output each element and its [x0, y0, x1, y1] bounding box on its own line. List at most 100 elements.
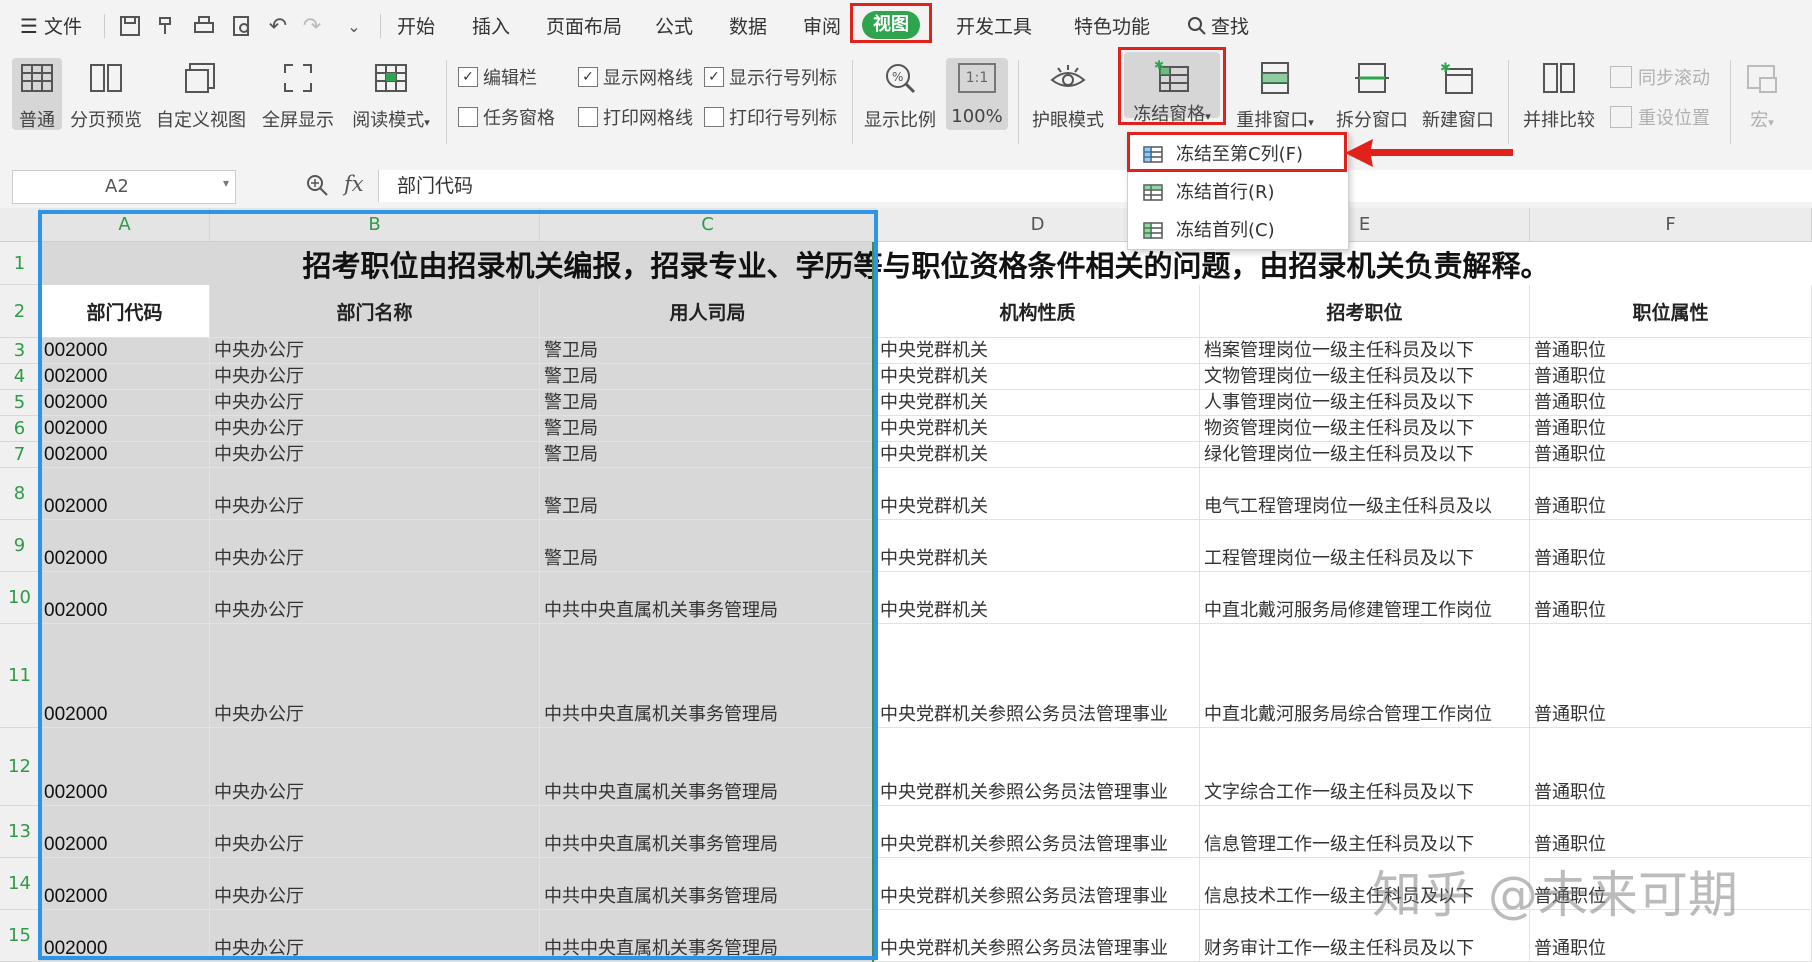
cell-c15[interactable]: 中共中央直属机关事务管理局 — [540, 910, 876, 962]
format-painter-icon[interactable] — [152, 12, 180, 40]
row-header-8[interactable]: 8 — [0, 468, 40, 520]
undo-icon[interactable]: ↶ — [264, 12, 292, 40]
cell-d10[interactable]: 中央党群机关 — [876, 572, 1200, 624]
row-header-2[interactable]: 2 — [0, 285, 40, 338]
cell-d7[interactable]: 中央党群机关 — [876, 442, 1200, 468]
cell-c7[interactable]: 警卫局 — [540, 442, 876, 468]
zoom-button[interactable]: % 显示比例 — [862, 58, 938, 132]
print-preview-icon[interactable] — [228, 12, 256, 40]
cell-e8[interactable]: 电气工程管理岗位一级主任科员及以 — [1200, 468, 1530, 520]
arrange-all-button[interactable]: 重排窗口▾ — [1232, 58, 1318, 132]
cell-e4[interactable]: 文物管理岗位一级主任科员及以下 — [1200, 364, 1530, 390]
row-header-15[interactable]: 15 — [0, 910, 40, 962]
column-header-c[interactable]: C — [540, 208, 876, 242]
tab-developer[interactable]: 开发工具 — [956, 12, 1032, 39]
cell-c14[interactable]: 中共中央直属机关事务管理局 — [540, 858, 876, 910]
cell-e11[interactable]: 中直北戴河服务局综合管理工作岗位 — [1200, 624, 1530, 728]
cell-c6[interactable]: 警卫局 — [540, 416, 876, 442]
cell-a8[interactable]: 002000 — [40, 468, 210, 520]
cell-f5[interactable]: 普通职位 — [1530, 390, 1812, 416]
cell-b13[interactable]: 中央办公厅 — [210, 806, 540, 858]
cell-a11[interactable]: 002000 — [40, 624, 210, 728]
column-header-a[interactable]: A — [40, 208, 210, 242]
cell-b10[interactable]: 中央办公厅 — [210, 572, 540, 624]
cell-a5[interactable]: 002000 — [40, 390, 210, 416]
freeze-first-column-item[interactable]: 冻结首列(C) — [1128, 211, 1348, 247]
tab-data[interactable]: 数据 — [729, 12, 767, 39]
header-cell-a[interactable]: 部门代码 — [40, 285, 210, 338]
row-header-5[interactable]: 5 — [0, 390, 40, 416]
row-header-6[interactable]: 6 — [0, 416, 40, 442]
row-header-10[interactable]: 10 — [0, 572, 40, 624]
tab-page-layout[interactable]: 页面布局 — [546, 12, 622, 39]
cell-e10[interactable]: 中直北戴河服务局修建管理工作岗位 — [1200, 572, 1530, 624]
cell-f12[interactable]: 普通职位 — [1530, 728, 1812, 806]
tab-insert[interactable]: 插入 — [472, 12, 510, 39]
cell-a10[interactable]: 002000 — [40, 572, 210, 624]
show-gridlines-checkbox[interactable]: ✓ 显示网格线 — [578, 64, 693, 90]
cell-e13[interactable]: 信息管理工作一级主任科员及以下 — [1200, 806, 1530, 858]
cell-d9[interactable]: 中央党群机关 — [876, 520, 1200, 572]
sync-scroll-button[interactable]: 同步滚动 — [1610, 64, 1710, 90]
cell-d14[interactable]: 中央党群机关参照公务员法管理事业 — [876, 858, 1200, 910]
cell-a14[interactable]: 002000 — [40, 858, 210, 910]
column-header-f[interactable]: F — [1530, 208, 1812, 242]
freeze-panes-button[interactable]: ✱ 冻结窗格▾ — [1124, 52, 1220, 125]
header-cell-d[interactable]: 机构性质 — [876, 285, 1200, 338]
row-header-14[interactable]: 14 — [0, 858, 40, 910]
tab-view[interactable]: 视图 — [862, 11, 920, 39]
header-cell-c[interactable]: 用人司局 — [540, 285, 876, 338]
name-box[interactable]: A2 ▾ — [12, 170, 236, 204]
edit-bar-checkbox[interactable]: ✓ 编辑栏 — [458, 64, 537, 90]
cell-f9[interactable]: 普通职位 — [1530, 520, 1812, 572]
cell-c11[interactable]: 中共中央直属机关事务管理局 — [540, 624, 876, 728]
cell-c12[interactable]: 中共中央直属机关事务管理局 — [540, 728, 876, 806]
macro-button[interactable]: 宏▾ — [1738, 58, 1786, 132]
zoom-100-button[interactable]: 1:1 100% — [946, 58, 1008, 130]
row-header-13[interactable]: 13 — [0, 806, 40, 858]
file-menu[interactable]: ☰ 文件 — [20, 12, 82, 39]
cell-d4[interactable]: 中央党群机关 — [876, 364, 1200, 390]
row-header-12[interactable]: 12 — [0, 728, 40, 806]
cell-a9[interactable]: 002000 — [40, 520, 210, 572]
cell-f11[interactable]: 普通职位 — [1530, 624, 1812, 728]
cell-d12[interactable]: 中央党群机关参照公务员法管理事业 — [876, 728, 1200, 806]
cell-e5[interactable]: 人事管理岗位一级主任科员及以下 — [1200, 390, 1530, 416]
cell-f3[interactable]: 普通职位 — [1530, 338, 1812, 364]
cell-d13[interactable]: 中央党群机关参照公务员法管理事业 — [876, 806, 1200, 858]
tab-review[interactable]: 审阅 — [803, 12, 841, 39]
cell-f7[interactable]: 普通职位 — [1530, 442, 1812, 468]
print-gridlines-checkbox[interactable]: 打印网格线 — [578, 104, 693, 130]
select-all-corner[interactable] — [0, 208, 40, 242]
cell-c8[interactable]: 警卫局 — [540, 468, 876, 520]
print-headings-checkbox[interactable]: 打印行号列标 — [704, 104, 837, 130]
cell-d15[interactable]: 中央党群机关参照公务员法管理事业 — [876, 910, 1200, 962]
cell-e3[interactable]: 档案管理岗位一级主任科员及以下 — [1200, 338, 1530, 364]
normal-view-button[interactable]: 普通 — [12, 58, 62, 131]
header-cell-e[interactable]: 招考职位 — [1200, 285, 1530, 338]
cell-f10[interactable]: 普通职位 — [1530, 572, 1812, 624]
cell-c10[interactable]: 中共中央直属机关事务管理局 — [540, 572, 876, 624]
formula-input[interactable]: 部门代码 — [378, 170, 1812, 202]
cell-f4[interactable]: 普通职位 — [1530, 364, 1812, 390]
tab-special[interactable]: 特色功能 — [1074, 12, 1150, 39]
cell-f8[interactable]: 普通职位 — [1530, 468, 1812, 520]
cell-a7[interactable]: 002000 — [40, 442, 210, 468]
cell-e6[interactable]: 物资管理岗位一级主任科员及以下 — [1200, 416, 1530, 442]
cell-c3[interactable]: 警卫局 — [540, 338, 876, 364]
cell-d5[interactable]: 中央党群机关 — [876, 390, 1200, 416]
cell-a15[interactable]: 002000 — [40, 910, 210, 962]
zoom-formula-icon[interactable] — [304, 172, 330, 202]
row-header-9[interactable]: 9 — [0, 520, 40, 572]
cell-f13[interactable]: 普通职位 — [1530, 806, 1812, 858]
cell-e7[interactable]: 绿化管理岗位一级主任科员及以下 — [1200, 442, 1530, 468]
cell-d11[interactable]: 中央党群机关参照公务员法管理事业 — [876, 624, 1200, 728]
cell-a3[interactable]: 002000 — [40, 338, 210, 364]
row-header-11[interactable]: 11 — [0, 624, 40, 728]
cell-b11[interactable]: 中央办公厅 — [210, 624, 540, 728]
column-header-b[interactable]: B — [210, 208, 540, 242]
tab-home[interactable]: 开始 — [397, 12, 435, 39]
reset-position-button[interactable]: 重设位置 — [1610, 104, 1710, 130]
freeze-first-row-item[interactable]: 冻结首行(R) — [1128, 173, 1348, 209]
new-window-button[interactable]: ✱ 新建窗口 — [1418, 58, 1498, 132]
